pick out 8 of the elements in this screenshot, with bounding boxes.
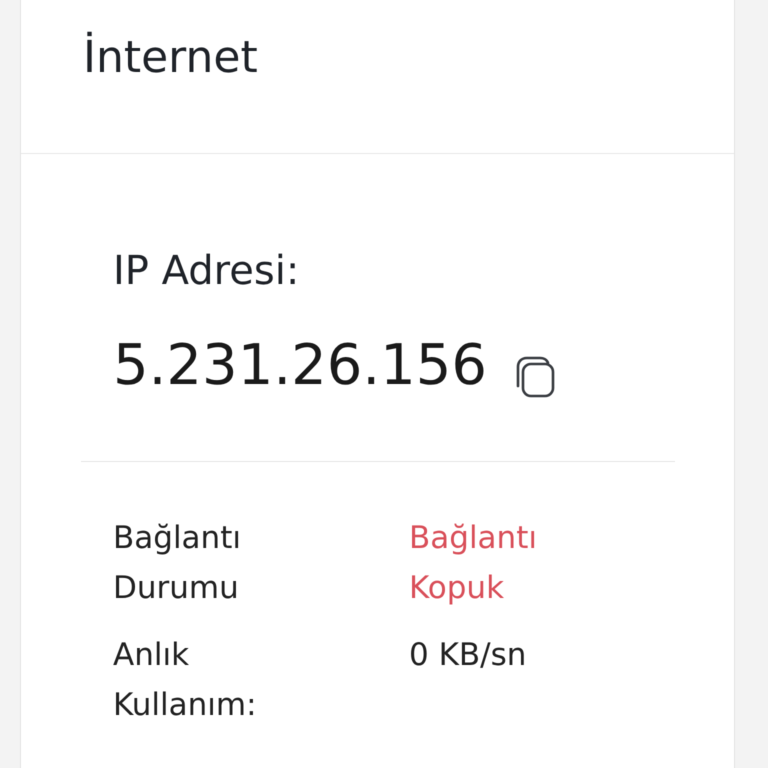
panel-title: İnternet [83, 30, 258, 85]
ip-label: IP Adresi: [113, 247, 300, 296]
detail-label: Anlık Kullanım: [113, 636, 258, 725]
detail-label: Bağlantı Durumu [113, 519, 242, 608]
copy-icon[interactable] [515, 356, 556, 398]
detail-value: Bağlantı Kopuk [409, 519, 538, 608]
detail-value: 0 KB/sn [409, 636, 526, 675]
ip-address: 5.231.26.156 [113, 332, 488, 400]
